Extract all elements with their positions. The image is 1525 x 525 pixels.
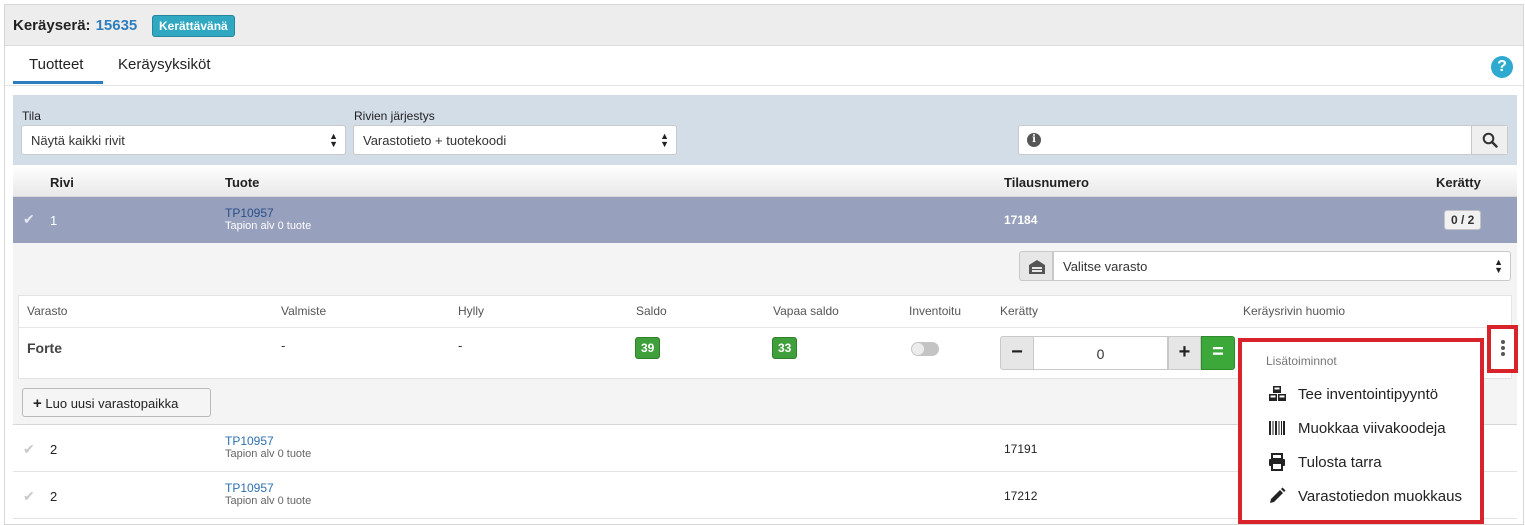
order-label: Rivien järjestys	[354, 109, 435, 123]
menu-header: Lisätoiminnot	[1266, 354, 1337, 368]
col-keratty: Kerätty	[1436, 175, 1481, 190]
product-code-link[interactable]: TP10957	[225, 434, 311, 448]
select-arrows-icon: ▲ ▼	[329, 131, 338, 149]
col-rivi: Rivi	[50, 175, 74, 190]
warehouse-select-value: Valitse varasto	[1063, 259, 1148, 274]
warehouse-icon	[1029, 260, 1045, 274]
row-number: 2	[50, 489, 58, 504]
valmiste-value: -	[281, 338, 286, 353]
menu-item-print-label[interactable]: Tulosta tarra	[1242, 446, 1480, 478]
more-actions-button[interactable]	[1487, 325, 1518, 373]
inventoitu-toggle[interactable]	[911, 342, 939, 356]
col-hylly: Hylly	[458, 304, 484, 318]
order-number: 17191	[1004, 442, 1038, 456]
filter-panel: Tila Näytä kaikki rivit ▲ ▼ Rivien järjes…	[13, 95, 1517, 165]
batch-title-label: Keräyserä:	[13, 17, 91, 34]
info-icon: i	[1027, 133, 1041, 147]
tab-tuotteet[interactable]: Tuotteet	[29, 56, 83, 73]
table-row-selected[interactable]: ✔ 1 TP10957 Tapion alv 0 tuote 17184 0 /…	[13, 197, 1517, 243]
col-tuote: Tuote	[225, 175, 260, 190]
hylly-value: -	[458, 338, 463, 353]
product-name: Tapion alv 0 tuote	[225, 495, 312, 507]
product-code-link[interactable]: TP10957	[225, 481, 311, 495]
tila-label: Tila	[22, 109, 41, 123]
warehouse-icon-box	[1019, 251, 1053, 281]
page-title: Keräyserä: 15635	[13, 17, 137, 34]
increment-button[interactable]: +	[1168, 336, 1201, 370]
decrement-button[interactable]: −	[1000, 336, 1034, 370]
pencil-icon	[1270, 487, 1286, 503]
tabs-divider	[5, 85, 1523, 86]
kebab-icon	[1501, 340, 1505, 358]
collected-count-badge: 0 / 2	[1444, 210, 1482, 230]
header-bar: Keräyserä: 15635 Kerättävänä	[5, 5, 1523, 46]
more-actions-menu: Lisätoiminnot Tee inventointipyyntö Muok…	[1238, 338, 1484, 524]
new-location-label: Luo uusi varastopaikka	[45, 396, 179, 411]
menu-item-label: Tee inventointipyyntö	[1298, 386, 1439, 403]
order-number: 17212	[1004, 489, 1038, 503]
col-saldo: Saldo	[636, 304, 667, 318]
product-name: Tapion alv 0 tuote	[225, 448, 312, 460]
menu-item-edit-barcodes[interactable]: Muokkaa viivakoodeja	[1242, 412, 1480, 444]
select-arrows-icon: ▲ ▼	[1494, 257, 1503, 275]
select-arrows-icon: ▲ ▼	[660, 131, 669, 149]
search-field[interactable]: i	[1018, 125, 1508, 155]
order-select-value: Varastotieto + tuotekoodi	[363, 133, 507, 148]
status-badge: Kerättävänä	[152, 15, 235, 37]
check-icon: ✔	[23, 488, 35, 504]
menu-item-edit-stock-info[interactable]: Varastotiedon muokkaus	[1242, 480, 1480, 512]
order-number: 17184	[1004, 213, 1038, 227]
cubes-icon	[1269, 386, 1286, 401]
warehouse-name: Forte	[27, 340, 62, 356]
row-number: 2	[50, 442, 58, 457]
warehouse-select[interactable]: Valitse varasto ▲ ▼	[1053, 251, 1511, 281]
quantity-stepper: − 0 + =	[1000, 336, 1236, 370]
table-header: Rivi Tuote Tilausnumero Kerätty	[13, 165, 1517, 197]
menu-item-label: Tulosta tarra	[1298, 454, 1382, 471]
header-divider	[19, 327, 1511, 328]
menu-item-inventory-request[interactable]: Tee inventointipyyntö	[1242, 378, 1480, 410]
saldo-badge: 39	[635, 337, 661, 359]
print-icon	[1269, 453, 1285, 471]
tab-keraysyksikot[interactable]: Keräysyksiköt	[118, 56, 211, 73]
quantity-input[interactable]: 0	[1034, 336, 1168, 370]
new-location-button[interactable]: + Luo uusi varastopaikka	[22, 388, 211, 417]
col-keratty: Kerätty	[1000, 304, 1039, 318]
batch-number: 15635	[95, 17, 138, 34]
menu-item-label: Muokkaa viivakoodeja	[1298, 420, 1446, 437]
row-number: 1	[50, 213, 58, 228]
product-code-link[interactable]: TP10957	[225, 206, 311, 220]
col-tilausnumero: Tilausnumero	[1004, 175, 1090, 190]
set-full-button[interactable]: =	[1201, 336, 1235, 370]
plus-icon: +	[33, 395, 42, 412]
col-vapaa-saldo: Vapaa saldo	[773, 304, 839, 318]
menu-item-label: Varastotiedon muokkaus	[1298, 488, 1462, 505]
free-saldo-badge: 33	[772, 337, 798, 359]
barcode-icon	[1269, 421, 1285, 435]
col-inventoitu: Inventoitu	[909, 304, 962, 318]
active-tab-indicator	[13, 81, 103, 84]
product-name: Tapion alv 0 tuote	[225, 220, 312, 232]
search-button[interactable]	[1471, 126, 1507, 154]
col-varasto: Varasto	[27, 304, 68, 318]
check-icon: ✔	[23, 211, 35, 227]
tila-select[interactable]: Näytä kaikki rivit ▲ ▼	[21, 125, 346, 155]
tila-select-value: Näytä kaikki rivit	[31, 133, 125, 148]
question-icon[interactable]: ?	[1491, 56, 1513, 78]
col-huomio: Keräysrivin huomio	[1243, 304, 1346, 318]
warehouse-select-group[interactable]: Valitse varasto ▲ ▼	[1019, 251, 1511, 281]
check-icon: ✔	[23, 441, 35, 457]
search-icon	[1482, 132, 1498, 148]
col-valmiste: Valmiste	[281, 304, 327, 318]
picking-batch-view: Keräyserä: 15635 Kerättävänä Tuotteet Ker…	[4, 4, 1524, 525]
order-select[interactable]: Varastotieto + tuotekoodi ▲ ▼	[353, 125, 677, 155]
